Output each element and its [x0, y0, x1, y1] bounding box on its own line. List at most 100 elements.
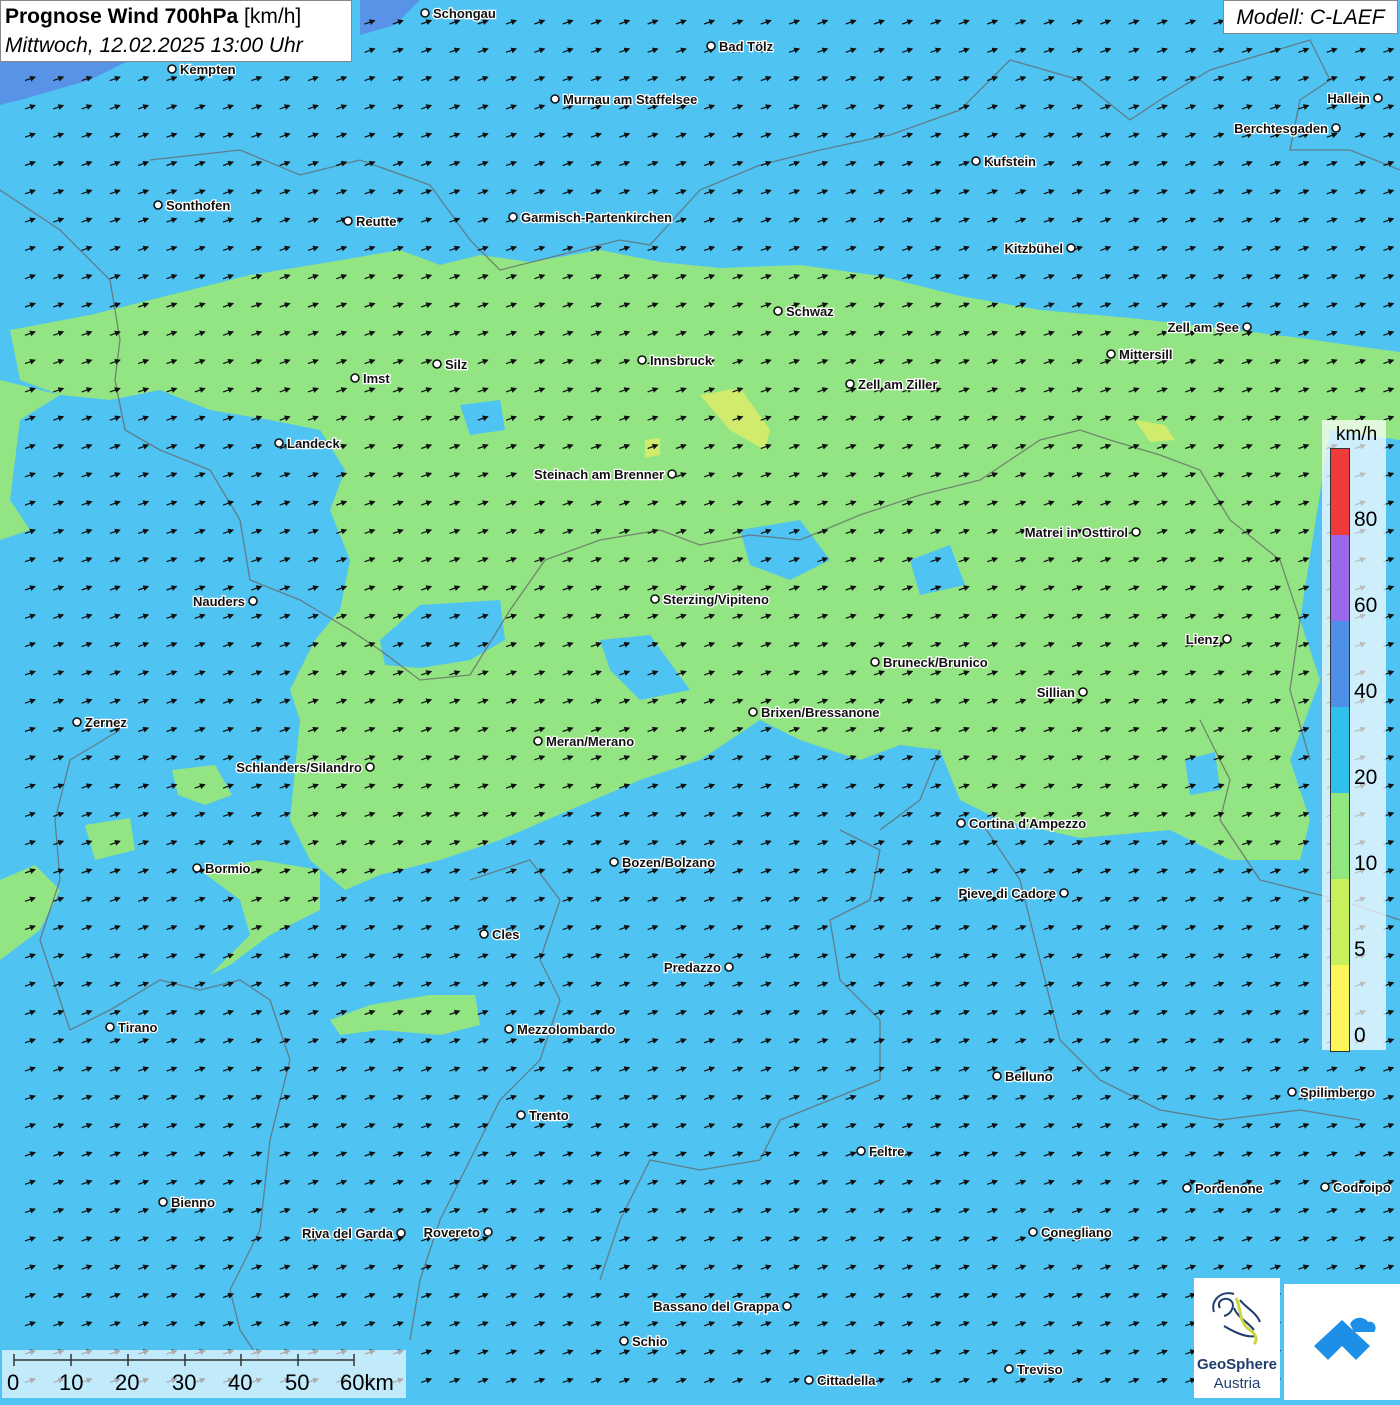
city-dot-icon [248, 596, 258, 606]
city-marker: Bassano del Grappa [652, 1298, 792, 1315]
city-label: Mittersill [1119, 347, 1172, 362]
city-label: Codroipo [1333, 1180, 1391, 1195]
city-dot-icon [153, 200, 163, 210]
city-dot-icon [773, 306, 783, 316]
scale-label: 0 [7, 1370, 20, 1395]
city-dot-icon [365, 762, 375, 772]
city-dot-icon [1373, 93, 1383, 103]
city-label: Reutte [356, 214, 396, 229]
city-dot-icon [856, 1146, 866, 1156]
city-label: Sillian [1037, 685, 1075, 700]
city-dot-icon [1131, 527, 1141, 537]
city-marker: Meran/Merano [533, 733, 635, 750]
legend-swatch [1331, 535, 1349, 621]
city-marker: Riva del Garda [301, 1225, 406, 1242]
city-label: Pordenone [1195, 1181, 1263, 1196]
city-dot-icon [479, 929, 489, 939]
city-dot-icon [1059, 888, 1069, 898]
city-dot-icon [1004, 1364, 1014, 1374]
city-marker: Bozen/Bolzano [609, 854, 716, 871]
scale-label: 30 [172, 1370, 197, 1395]
city-label: Feltre [869, 1144, 904, 1159]
city-label: Bad Tölz [719, 39, 774, 54]
city-label: Cles [492, 927, 519, 942]
title-unit: [km/h] [238, 5, 302, 28]
city-label: Schongau [433, 6, 496, 21]
city-label: Cortina d'Ampezzo [969, 816, 1086, 831]
city-dot-icon [483, 1227, 493, 1237]
title-box: Prognose Wind 700hPa [km/h] Mittwoch, 12… [0, 0, 352, 62]
legend-swatch [1331, 707, 1349, 793]
city-label: Tirano [118, 1020, 158, 1035]
city-dot-icon [637, 355, 647, 365]
city-label: Murnau am Staffelsee [563, 92, 697, 107]
city-marker: Murnau am Staffelsee [550, 91, 699, 108]
city-label: Silz [445, 357, 468, 372]
city-label: Schio [632, 1334, 667, 1349]
scale-label: 10 [59, 1370, 84, 1395]
city-dot-icon [804, 1375, 814, 1385]
legend-label: 10 [1354, 852, 1378, 875]
city-label: Matrei in Osttirol [1025, 525, 1128, 540]
city-label: Innsbruck [650, 353, 713, 368]
city-dot-icon [1078, 687, 1088, 697]
city-dot-icon [550, 94, 560, 104]
city-label: Steinach am Brenner [534, 467, 664, 482]
city-label: Rovereto [424, 1225, 480, 1240]
city-dot-icon [343, 216, 353, 226]
city-dot-icon [992, 1071, 1002, 1081]
city-marker: Zell am See [1166, 319, 1252, 336]
city-dot-icon [508, 212, 518, 222]
city-label: Zell am See [1167, 320, 1239, 335]
legend-swatch [1331, 621, 1349, 707]
city-label: Bruneck/Brunico [883, 655, 988, 670]
legend-swatch [1331, 965, 1349, 1051]
city-label: Garmisch-Partenkirchen [521, 210, 672, 225]
city-label: Conegliano [1041, 1225, 1112, 1240]
city-label: Kitzbühel [1005, 241, 1064, 256]
scale-label: 60km [340, 1370, 394, 1395]
city-marker: Innsbruck [637, 352, 714, 369]
city-marker: Mezzolombardo [504, 1021, 617, 1038]
city-marker: Conegliano [1028, 1224, 1113, 1241]
city-dot-icon [1028, 1227, 1038, 1237]
city-dot-icon [845, 379, 855, 389]
city-marker: Berchtesgaden [1233, 120, 1341, 137]
city-dot-icon [274, 438, 284, 448]
geosphere-logo[interactable]: GeoSphere Austria [1194, 1278, 1280, 1398]
forecast-datetime: Mittwoch, 12.02.2025 13:00 Uhr [5, 34, 303, 57]
city-marker: Spilimbergo [1287, 1084, 1376, 1101]
city-label: Treviso [1017, 1362, 1063, 1377]
color-legend: km/h 80 60 40 20 10 5 0 [1322, 420, 1386, 1052]
city-label: Pieve di Cadore [958, 886, 1056, 901]
city-dot-icon [516, 1110, 526, 1120]
city-dot-icon [1331, 123, 1341, 133]
city-dot-icon [1222, 634, 1232, 644]
city-marker: Pordenone [1182, 1180, 1264, 1197]
weather-app-icon[interactable] [1284, 1284, 1400, 1400]
city-marker: Zell am Ziller [845, 376, 939, 393]
city-marker: Cortina d'Ampezzo [956, 815, 1088, 832]
city-label: Brixen/Bressanone [761, 705, 880, 720]
legend-swatch [1331, 793, 1349, 879]
city-label: Riva del Garda [302, 1226, 394, 1241]
city-dot-icon [1242, 322, 1252, 332]
weak-wind-area [645, 438, 660, 458]
geosphere-icon [1212, 1292, 1261, 1346]
city-marker: Steinach am Brenner [533, 466, 677, 483]
scale-bar: 0 10 20 30 40 50 60km [2, 1350, 406, 1398]
city-label: Trento [529, 1108, 569, 1123]
city-label: Bienno [171, 1195, 215, 1210]
city-label: Sterzing/Vipiteno [663, 592, 769, 607]
city-marker: Sonthofen [153, 197, 232, 214]
legend-unit: km/h [1336, 424, 1378, 445]
city-dot-icon [192, 863, 202, 873]
city-marker: Brixen/Bressanone [748, 704, 881, 721]
city-dot-icon [1066, 243, 1076, 253]
legend-swatch [1331, 449, 1349, 535]
city-dot-icon [1287, 1087, 1297, 1097]
title-main: Prognose Wind 700hPa [5, 5, 239, 28]
city-label: Landeck [287, 436, 341, 451]
city-dot-icon [432, 359, 442, 369]
city-dot-icon [420, 8, 430, 18]
